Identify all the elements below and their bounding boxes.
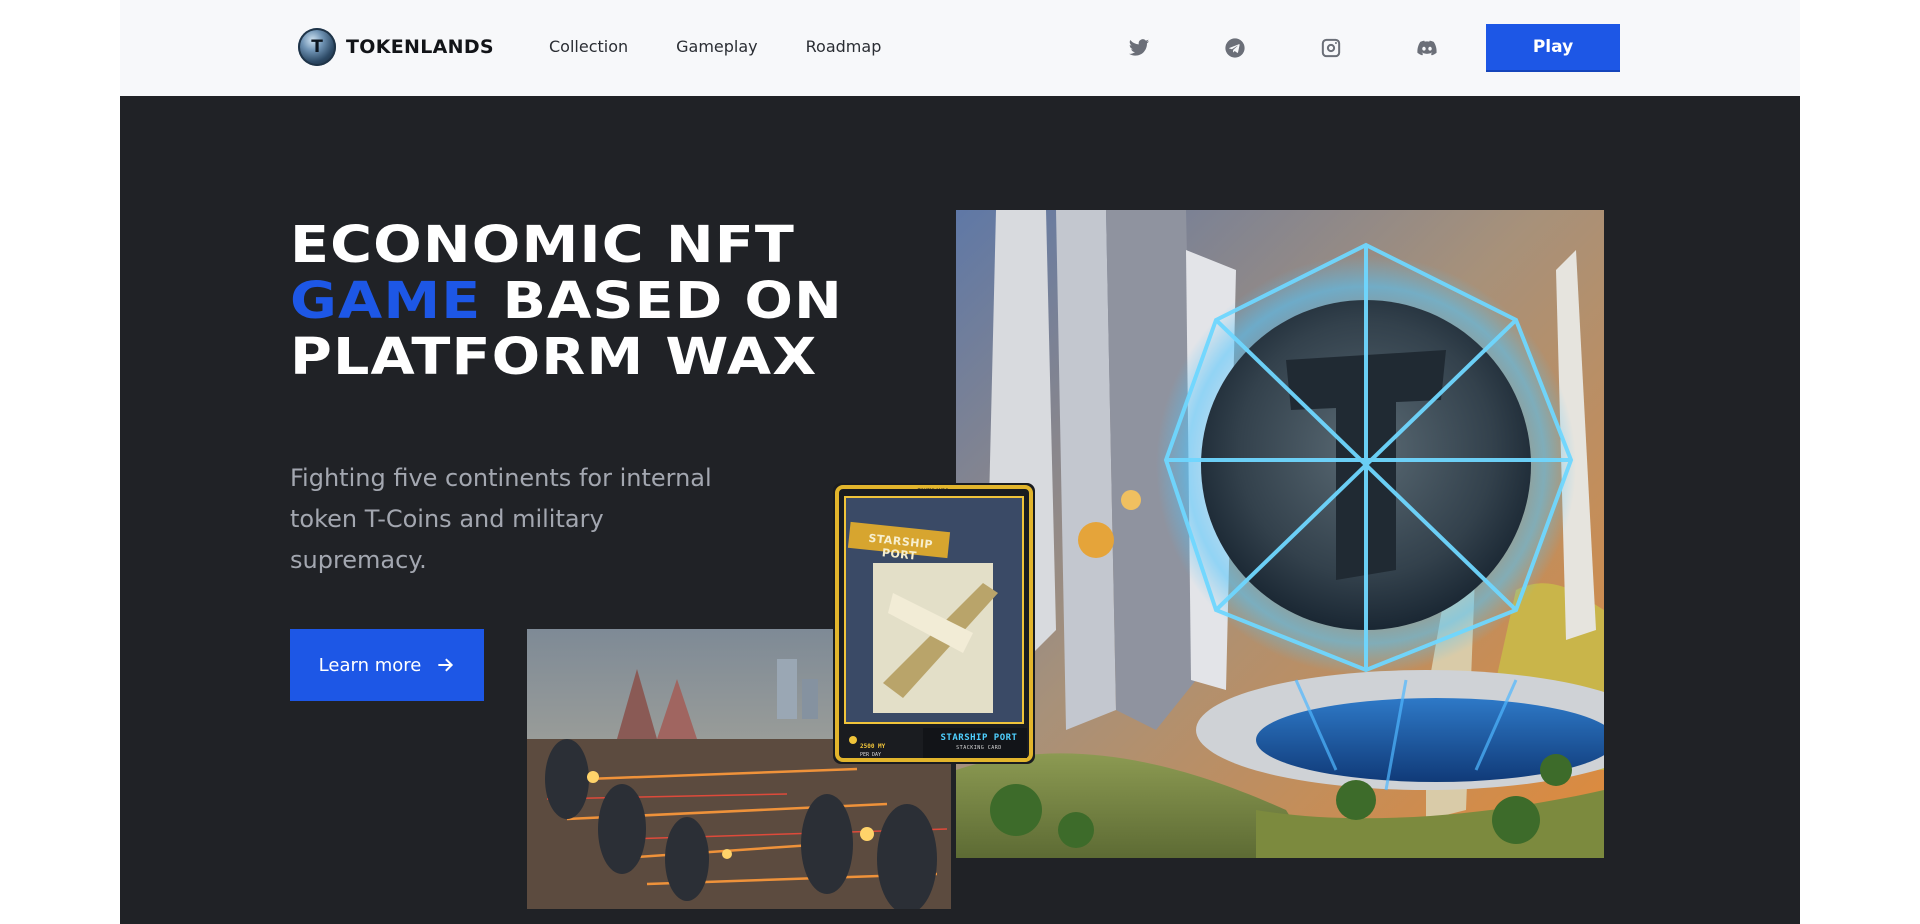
main-nav: Collection Gameplay Roadmap xyxy=(549,37,929,57)
card-stat-value: 2500 MY xyxy=(860,743,886,750)
card-subtitle: STACKING CARD xyxy=(956,745,1002,751)
card-title: STARSHIP PORT xyxy=(940,733,1018,743)
site-header: T TOKENLANDS Collection Gameplay Roadmap… xyxy=(120,0,1800,96)
nft-card-starship-port xyxy=(833,483,1035,764)
card-top-label: TOKENLANDS xyxy=(917,488,949,493)
play-button[interactable]: Play xyxy=(1486,24,1620,72)
card-stat-unit: PER DAY xyxy=(860,752,882,758)
learn-more-label: Learn more xyxy=(318,654,422,676)
logo-emblem-icon: T xyxy=(298,28,336,66)
headline-line-3: PLATFORM WAX xyxy=(290,328,818,387)
hero-headline: ECONOMIC NFT GAME BASED ON PLATFORM WAX xyxy=(290,218,962,386)
hero-description: Fighting five continents for internal to… xyxy=(290,464,712,574)
discord-icon[interactable] xyxy=(1414,35,1440,61)
headline-accent: GAME xyxy=(290,272,482,331)
brand-name: TOKENLANDS xyxy=(346,36,494,58)
nav-link-collection[interactable]: Collection xyxy=(549,37,628,57)
nav-link-gameplay[interactable]: Gameplay xyxy=(676,37,758,57)
page: T TOKENLANDS Collection Gameplay Roadmap… xyxy=(120,0,1800,924)
brand-logo[interactable]: T TOKENLANDS xyxy=(298,27,494,67)
hero-artwork-city xyxy=(956,210,1604,858)
arrow-right-icon xyxy=(438,658,454,672)
social-links xyxy=(1126,35,1440,61)
headline-line-1: ECONOMIC NFT xyxy=(290,216,795,275)
logo-letter: T xyxy=(311,36,323,57)
nav-link-roadmap[interactable]: Roadmap xyxy=(806,37,882,57)
headline-line-2: BASED ON xyxy=(481,272,843,331)
learn-more-button[interactable]: Learn more xyxy=(290,629,484,701)
telegram-icon[interactable] xyxy=(1222,35,1248,61)
instagram-icon[interactable] xyxy=(1318,35,1344,61)
twitter-icon[interactable] xyxy=(1126,35,1152,61)
